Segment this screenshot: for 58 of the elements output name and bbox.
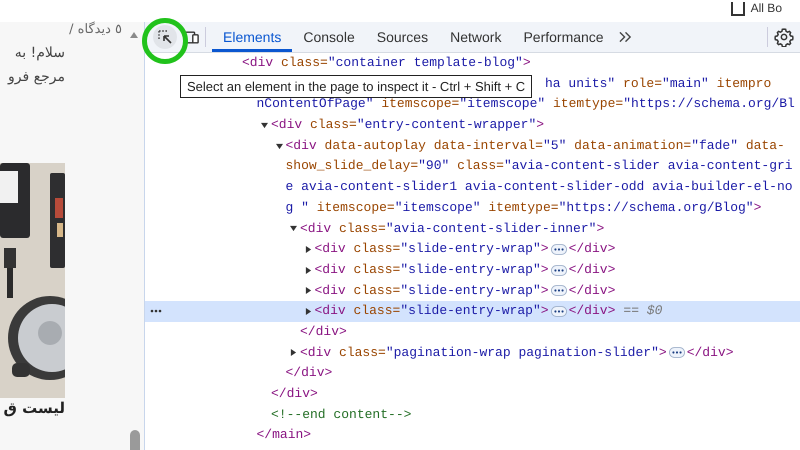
- code-line: </div>: [300, 322, 347, 341]
- console-reference: == $0: [623, 302, 662, 320]
- tab[interactable]: Console: [292, 22, 366, 52]
- checkbox[interactable]: [730, 2, 745, 16]
- ellipsis-button[interactable]: [668, 347, 685, 358]
- settings-icon[interactable]: [774, 27, 794, 47]
- article-heading: لیست ق: [2, 400, 65, 416]
- article-text: سلام! به: [14, 45, 65, 61]
- tab[interactable]: Performance: [512, 22, 615, 52]
- triangle-icon[interactable]: [290, 349, 297, 356]
- code-line: nContentOfPage" itemscope="itemscope" itemtype="https://schema.org/Bl: [256, 95, 795, 114]
- closing-tag: </div>: [686, 342, 734, 364]
- scroll-up-icon[interactable]: [130, 32, 138, 38]
- closing-tag: </div>: [568, 239, 616, 260]
- code-line: </main>: [256, 426, 312, 444]
- tab[interactable]: Network: [439, 22, 512, 52]
- tab[interactable]: Elements: [212, 22, 292, 52]
- ellipsis-button[interactable]: [550, 264, 567, 276]
- inspect-icon[interactable]: [153, 25, 177, 49]
- code-line: <div class="entry-content-wrapper">: [271, 116, 544, 134]
- highlight-ring: [141, 17, 189, 65]
- triangle-icon[interactable]: [276, 142, 282, 150]
- ellipsis-button[interactable]: [550, 306, 567, 318]
- code-line: ha units" role="main" itempro: [545, 74, 772, 93]
- code-line: <div data-autoplay data-interval="5" data-animation="fade" data-: [286, 136, 785, 155]
- comment-count: ٥ دیدگاه /: [69, 22, 122, 37]
- triangle-icon[interactable]: [290, 225, 297, 232]
- closing-tag: </div>: [568, 260, 616, 281]
- code-line: <div class="slide-entry-wrap">: [314, 282, 549, 300]
- code-line: <div class="slide-entry-wrap">: [314, 260, 549, 279]
- ellipsis-button[interactable]: [550, 244, 567, 256]
- triangle-icon[interactable]: [304, 287, 312, 294]
- device-icon[interactable]: [183, 30, 199, 44]
- triangle-icon[interactable]: [304, 266, 312, 274]
- code-line: </div>: [271, 385, 318, 403]
- code-line: show_slide_delay="90" class="avia-content-slider avia-content-gri: [286, 157, 793, 176]
- code-line: <div class="pagination-wrap pagination-slider">: [300, 344, 667, 362]
- code-line: <div class="slide-entry-wrap">: [314, 302, 549, 320]
- closing-tag: </div>: [568, 301, 616, 322]
- selected-row[interactable]: <div class="slide-entry-wrap"> </div> == $0: [145, 301, 800, 322]
- tooltip: Select an element in the page to inspect it - Ctrl + Shift + C: [180, 75, 532, 98]
- more-tabs-icon[interactable]: [618, 31, 632, 43]
- code-line: <div class="container template-blog">: [242, 54, 531, 72]
- checkbox-label: All Bo: [750, 1, 782, 15]
- article-text: مرجع فرو: [6, 69, 65, 85]
- triangle-icon[interactable]: [304, 308, 312, 316]
- more-icon[interactable]: [150, 309, 162, 314]
- code-line: <div class="avia-content-slider-inner">: [300, 220, 604, 238]
- code-line: <!--end content-->: [271, 406, 412, 424]
- code-line: g " itemscope="itemscope" itemtype="https://schema.org/Blog">: [286, 198, 762, 217]
- triangle-icon[interactable]: [261, 122, 268, 129]
- tab[interactable]: Sources: [366, 22, 440, 52]
- code-line: e avia-content-slider1 avia-content-slider-odd avia-builder-el-no: [286, 178, 793, 196]
- ellipsis-button[interactable]: [550, 285, 567, 296]
- triangle-icon[interactable]: [304, 246, 312, 254]
- code-line: </div>: [286, 364, 332, 382]
- closing-tag: </div>: [568, 280, 616, 302]
- code-line: <div class="slide-entry-wrap">: [314, 240, 549, 258]
